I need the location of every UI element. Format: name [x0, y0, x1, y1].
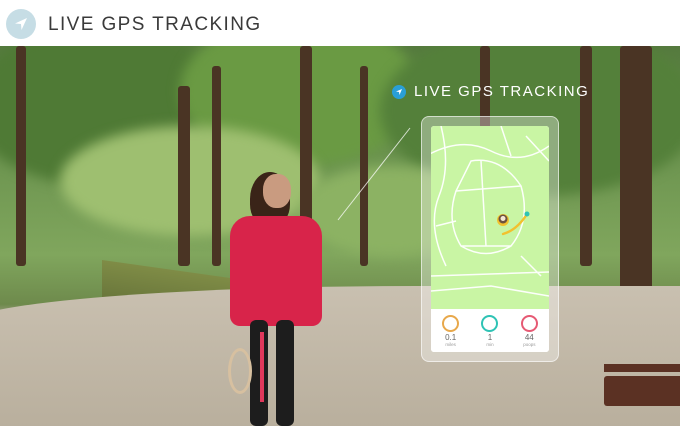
distance-icon [442, 315, 460, 332]
callout-line [337, 127, 411, 221]
phone-mockup: 0.1 miles 1 min 44 poops [421, 116, 559, 362]
stat-distance: 0.1 miles [431, 309, 470, 352]
overlay-title: LIVE GPS TRACKING [414, 83, 590, 100]
gps-map[interactable] [431, 126, 549, 309]
overlay-label: LIVE GPS TRACKING [392, 83, 589, 100]
stat-time: 1 min [470, 309, 509, 352]
phone-screen: 0.1 miles 1 min 44 poops [431, 126, 549, 352]
activity-stats: 0.1 miles 1 min 44 poops [431, 309, 549, 352]
paw-icon [520, 315, 538, 332]
location-dot-icon [392, 84, 406, 99]
stat-poops: 44 poops [510, 309, 549, 352]
timer-icon [481, 315, 499, 332]
